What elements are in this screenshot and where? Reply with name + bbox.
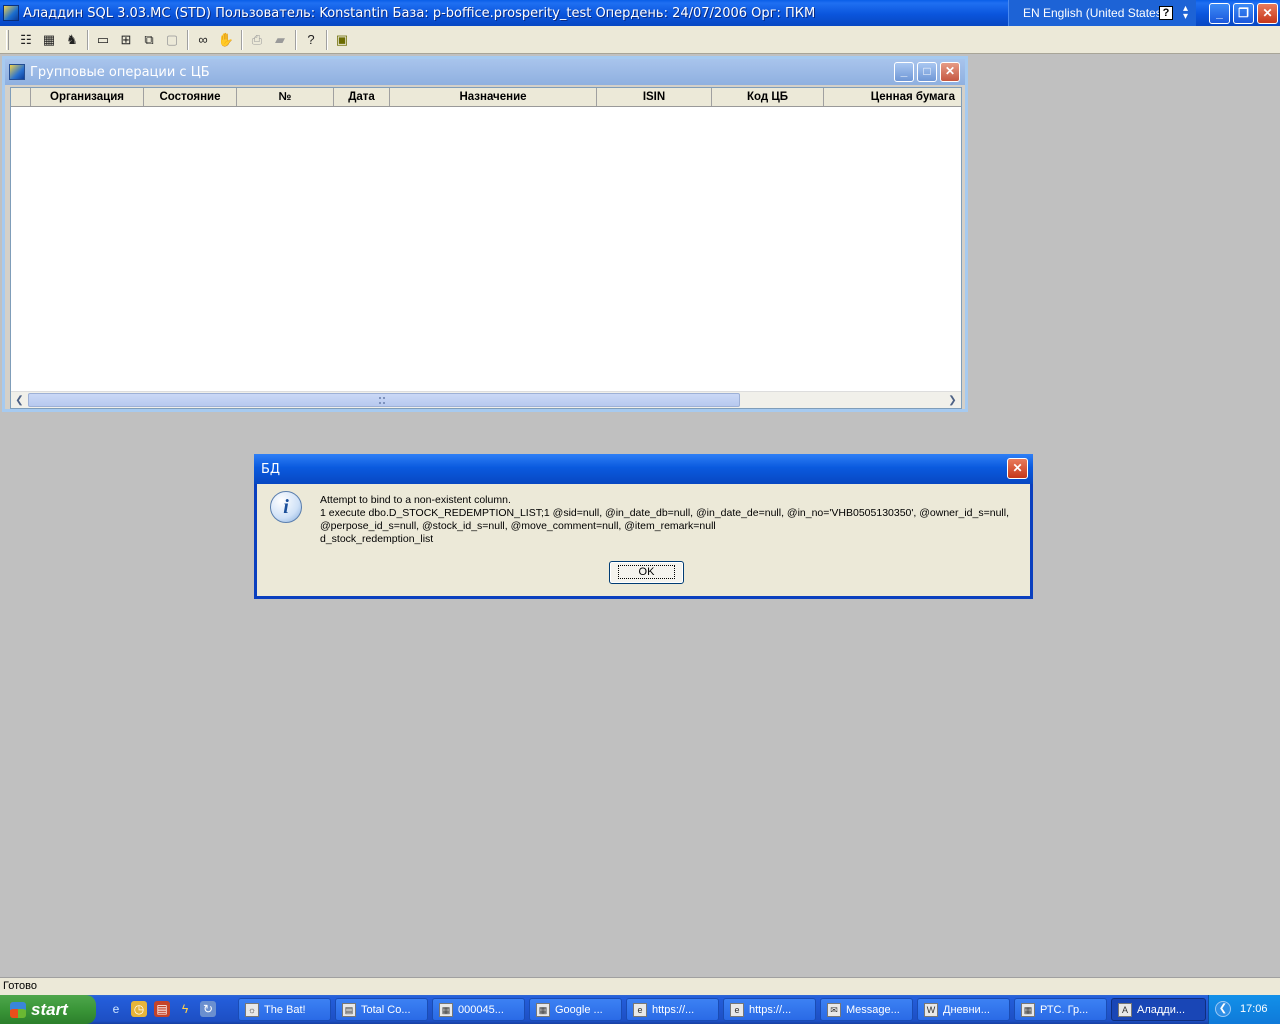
taskbar-item[interactable]: ▦ РТС. Гр... [1014, 998, 1107, 1021]
taskbar-item[interactable]: ▦ 000045... [432, 998, 525, 1021]
taskbar: start e ◷ ▤ ϟ ↻ ☼ The Bat! ▤ Total Co... ▦… [0, 995, 1280, 1024]
start-label: start [31, 999, 68, 1019]
taskbar-item-active[interactable]: A Аладди... [1111, 998, 1206, 1021]
child-maximize-button[interactable]: □ [917, 62, 937, 82]
row-selector-header[interactable] [11, 88, 31, 106]
column-header[interactable]: Организация [31, 88, 144, 106]
users-icon[interactable]: ♞ [61, 29, 83, 51]
cascade-icon[interactable]: ⧉ [138, 29, 160, 51]
export-icon[interactable]: ▰ [269, 29, 291, 51]
internet-explorer-icon[interactable]: e [108, 1001, 124, 1017]
refresh-icon[interactable]: ↻ [200, 1001, 216, 1017]
stop-icon[interactable]: ✋ [215, 29, 237, 51]
toolbar-separator [241, 29, 243, 50]
taskbar-item[interactable]: ✉ Message... [820, 998, 913, 1021]
message-icon: ✉ [827, 1002, 841, 1017]
app-window-icon: ▦ [439, 1002, 453, 1017]
toolbar-separator [187, 29, 189, 50]
column-header[interactable]: Дата [334, 88, 390, 106]
ok-button[interactable]: OK [609, 561, 684, 584]
screen-icon[interactable]: ▢ [161, 29, 183, 51]
taskbar-item[interactable]: W Дневни... [917, 998, 1010, 1021]
archive-icon[interactable]: ▤ [154, 1001, 170, 1017]
list-icon[interactable]: ☷ [15, 29, 37, 51]
child-window-icon [9, 64, 25, 80]
column-header[interactable]: Назначение [390, 88, 597, 106]
dialog-title-bar[interactable]: БД ✕ [254, 454, 1033, 484]
start-button[interactable]: start [0, 995, 96, 1024]
child-window-title: Групповые операции с ЦБ [30, 64, 210, 80]
column-header[interactable]: Ценная бумага [824, 88, 961, 106]
clock[interactable]: 17:06 [1240, 1003, 1268, 1015]
help-icon[interactable]: ? [300, 29, 322, 51]
app-title: Аладдин SQL 3.03.MC (STD) Пользователь: … [23, 5, 816, 21]
child-minimize-button[interactable]: _ [894, 62, 914, 82]
taskbar-item[interactable]: e https://... [626, 998, 719, 1021]
scroll-right-icon[interactable]: ❯ [945, 393, 960, 408]
toolbar-separator [295, 29, 297, 50]
child-title-bar[interactable]: Групповые операции с ЦБ _ □ ✕ [5, 59, 965, 85]
restore-button[interactable]: ❐ [1233, 3, 1254, 24]
language-label[interactable]: EN English (United States) [1023, 6, 1166, 20]
taskbar-item[interactable]: ▤ Total Co... [335, 998, 428, 1021]
language-options-icon[interactable]: ▴ ▾ [1183, 4, 1188, 22]
ie-page-icon: e [730, 1002, 744, 1017]
binoculars-icon[interactable]: ∞ [192, 29, 214, 51]
grid-header: Организация Состояние № Дата Назначение … [11, 88, 961, 107]
column-header[interactable]: ISIN [597, 88, 712, 106]
word-icon: W [924, 1002, 938, 1017]
bat-icon: ☼ [245, 1002, 259, 1017]
window-icon[interactable]: ▭ [92, 29, 114, 51]
database-icon[interactable]: ▦ [38, 29, 60, 51]
status-bar: Готово [0, 977, 1280, 995]
taskbar-item[interactable]: e https://... [723, 998, 816, 1021]
tray-expand-icon[interactable]: ❮ [1215, 1001, 1231, 1017]
app-window-icon: ▦ [1021, 1002, 1035, 1017]
scroll-left-icon[interactable]: ❮ [12, 393, 27, 408]
message-dialog: БД ✕ i Attempt to bind to a non-existent… [254, 454, 1033, 599]
data-grid[interactable]: Организация Состояние № Дата Назначение … [10, 87, 962, 409]
ie-page-icon: e [633, 1002, 647, 1017]
print-icon[interactable]: ⎙ [246, 29, 268, 51]
exit-icon[interactable]: ▣ [331, 29, 353, 51]
dialog-message: Attempt to bind to a non-existent column… [320, 494, 1009, 545]
app-window-icon: ▦ [536, 1002, 550, 1017]
minimize-button[interactable]: _ [1209, 3, 1230, 24]
info-icon: i [270, 491, 302, 523]
app-icon [3, 5, 19, 21]
language-bar[interactable]: EN English (United States) ? ▴ ▾ [1008, 0, 1196, 26]
lightning-icon[interactable]: ϟ [177, 1001, 193, 1017]
child-close-button[interactable]: ✕ [940, 62, 960, 82]
horizontal-scrollbar[interactable]: ❮ ❯ [11, 391, 961, 408]
toolbar-grip[interactable] [6, 29, 9, 50]
column-header[interactable]: Код ЦБ [712, 88, 824, 106]
floppy-icon: ▤ [342, 1002, 356, 1017]
column-header[interactable]: № [237, 88, 334, 106]
close-button[interactable]: ✕ [1257, 3, 1278, 24]
ok-button-label: OK [617, 565, 676, 579]
column-header[interactable]: Состояние [144, 88, 237, 106]
taskbar-item[interactable]: ▦ Google ... [529, 998, 622, 1021]
toolbar: ☷ ▦ ♞ ▭ ⊞ ⧉ ▢ ∞ ✋ ⎙ ▰ ? ▣ [0, 26, 1280, 54]
windows-flag-icon [10, 1001, 26, 1018]
dialog-close-button[interactable]: ✕ [1007, 458, 1028, 479]
tile-icon[interactable]: ⊞ [115, 29, 137, 51]
taskbar-item[interactable]: ☼ The Bat! [238, 998, 331, 1021]
dialog-title: БД [261, 461, 281, 477]
toolbar-separator [87, 29, 89, 50]
clock-app-icon[interactable]: ◷ [131, 1001, 147, 1017]
child-window[interactable]: Групповые операции с ЦБ _ □ ✕ Организаци… [2, 56, 968, 412]
scroll-thumb[interactable] [28, 393, 740, 407]
system-tray: ❮ 17:06 [1208, 995, 1280, 1024]
toolbar-separator [326, 29, 328, 50]
language-help-icon[interactable]: ? [1159, 6, 1173, 20]
aladdin-icon: A [1118, 1002, 1132, 1017]
